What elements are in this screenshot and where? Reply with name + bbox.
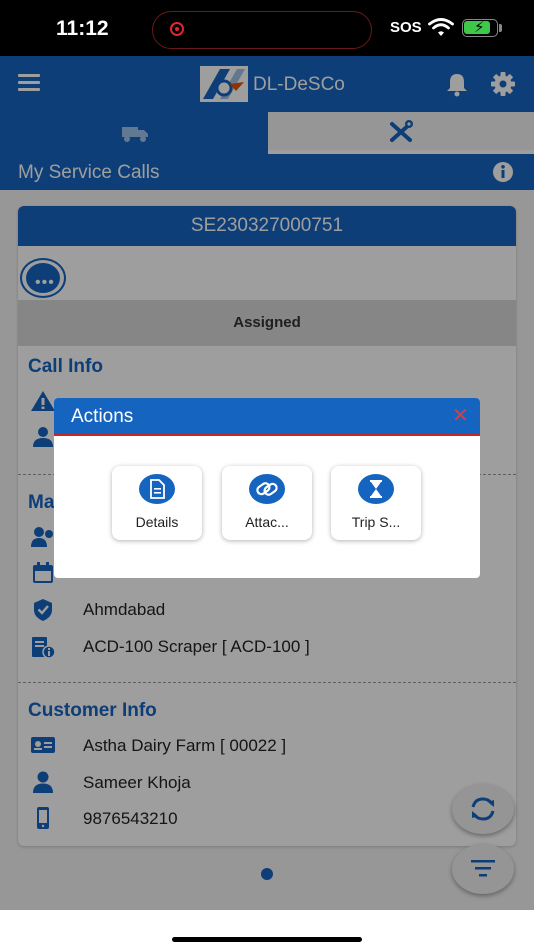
trip-sheet-label: Trip S... — [351, 514, 401, 530]
battery-cap — [499, 24, 502, 32]
dialog-title: Actions — [71, 406, 134, 427]
dialog-header: Actions ✕ — [54, 398, 480, 436]
link-icon — [249, 474, 285, 504]
dynamic-island — [152, 11, 372, 49]
battery-icon: ⚡ — [462, 19, 498, 37]
details-label: Details — [135, 514, 179, 530]
recording-icon — [170, 22, 184, 36]
status-bar: 11:12 SOS ⚡ — [0, 0, 534, 56]
attachments-label: Attac... — [245, 514, 289, 530]
home-area — [0, 910, 534, 950]
close-icon[interactable]: ✕ — [452, 406, 469, 426]
attachments-button[interactable]: Attac... — [222, 466, 312, 540]
wifi-icon — [428, 18, 454, 36]
document-icon — [139, 474, 175, 504]
charging-icon: ⚡ — [474, 19, 485, 36]
home-indicator[interactable] — [172, 937, 362, 942]
trip-sheet-button[interactable]: Trip S... — [331, 466, 421, 540]
actions-dialog: Actions ✕ Details Attac... Trip S... — [54, 398, 480, 578]
sos-indicator: SOS — [390, 19, 422, 36]
details-button[interactable]: Details — [112, 466, 202, 540]
status-time: 11:12 — [56, 17, 109, 40]
hourglass-icon — [358, 474, 394, 504]
